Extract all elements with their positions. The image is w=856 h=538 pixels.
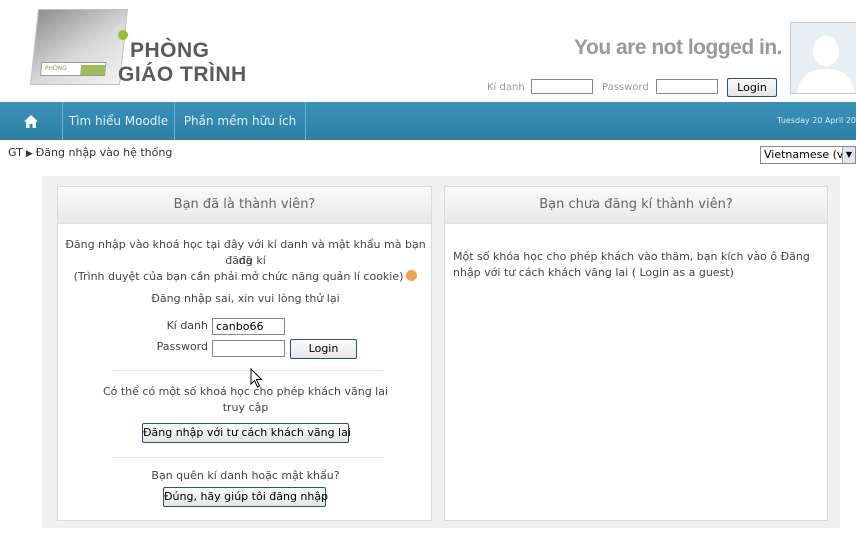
guest-info-line1: Có thể có một số khoá học cho phép khách…: [102, 385, 389, 398]
mouse-cursor-icon: [250, 368, 263, 388]
guest-info-line2: truy cập: [222, 401, 269, 414]
cookie-note-text: (Trình duyệt của bạn cần phải mở chức nă…: [73, 270, 404, 283]
login-panel: Bạn đã là thành viên? Đăng nhập vào khoá…: [42, 176, 840, 528]
chevron-down-icon[interactable]: ▼: [842, 147, 855, 163]
username-input[interactable]: canbo66: [212, 318, 285, 335]
logo-title-line2: GIÁO TRÌNH: [118, 63, 247, 86]
site-logo[interactable]: PHÒNG: [30, 9, 128, 85]
login-error-message: Đăng nhập sai, xin vui lòng thử lại: [151, 292, 340, 305]
logo-title-line1: PHÒNG: [130, 39, 210, 62]
nav-item-moodle[interactable]: Tìm hiểu Moodle: [62, 102, 174, 140]
signup-box: Bạn chưa đăng kí thành viên? Một số khóa…: [444, 186, 828, 521]
nav-date: Tuesday 20 April 20: [777, 116, 856, 125]
member-box-title: Bạn đã là thành viên?: [58, 187, 431, 224]
language-selected: Vietnamese (vi): [764, 148, 851, 161]
member-login-box: Bạn đã là thành viên? Đăng nhập vào khoá…: [57, 186, 432, 521]
breadcrumb-current: Đăng nhập vào hệ thống: [35, 146, 173, 159]
divider: [113, 457, 383, 458]
signup-info-line2: nhập với tư cách khách vãng lai ( Login …: [453, 266, 734, 279]
divider: [113, 370, 383, 371]
breadcrumb-separator: ▶: [25, 149, 33, 159]
forgot-prompt: Bạn quên kí danh hoặc mật khẩu?: [151, 469, 340, 482]
main-nav: Tìm hiểu Moodle Phần mềm hữu ích Tuesday…: [0, 102, 856, 140]
password-input[interactable]: [212, 340, 285, 357]
home-icon[interactable]: [0, 102, 62, 140]
logo-strip-accent: [80, 65, 106, 75]
login-button[interactable]: Login: [290, 339, 357, 359]
guest-login-button[interactable]: Đăng nhập với tư cách khách vãng lai: [142, 423, 351, 443]
user-avatar-icon: [790, 22, 856, 94]
nav-item-software[interactable]: Phần mềm hữu ích: [174, 102, 306, 140]
header-username-label: Kí danh: [487, 82, 525, 93]
breadcrumb: GT ▶ Đăng nhập vào hệ thống: [8, 146, 172, 159]
signup-info-line1: Một số khóa học cho phép khách vào thăm,…: [453, 250, 810, 263]
cookie-note: (Trình duyệt của bạn cần phải mở chức nă…: [63, 269, 428, 285]
password-label: Password: [156, 340, 208, 353]
header-username-input[interactable]: [531, 79, 593, 94]
header-password-input[interactable]: [656, 79, 718, 94]
help-icon[interactable]: [406, 270, 418, 281]
site-header: PHÒNG PHÒNG GIÁO TRÌNH You are not logge…: [0, 0, 856, 102]
username-label: Kí danh: [166, 319, 208, 332]
language-select[interactable]: Vietnamese (vi) ▼: [760, 146, 856, 164]
header-login-button[interactable]: Login: [727, 78, 777, 97]
breadcrumb-root[interactable]: GT: [8, 146, 23, 159]
header-password-label: Password: [602, 82, 649, 93]
login-intro-line2: đăng kí: [225, 254, 266, 267]
login-status: You are not logged in.: [574, 36, 782, 59]
signup-box-title: Bạn chưa đăng kí thành viên?: [445, 187, 827, 224]
forgot-password-button[interactable]: Đúng, hãy giúp tôi đăng nhập: [163, 487, 328, 507]
logo-dot-icon: [118, 30, 128, 40]
